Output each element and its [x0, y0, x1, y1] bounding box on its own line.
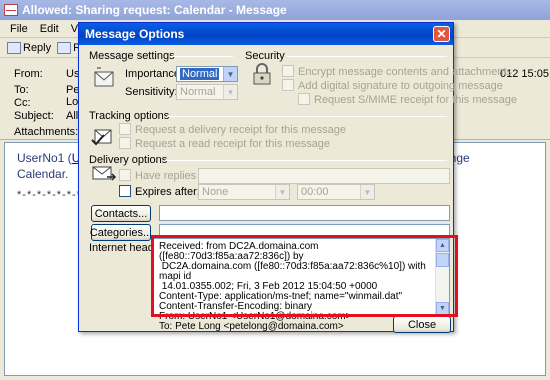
importance-value: Normal	[180, 68, 220, 80]
message-settings-icon	[94, 67, 114, 87]
headers-highlight-box	[151, 235, 458, 317]
read-receipt-checkbox[interactable]	[119, 137, 131, 149]
smime-checkbox[interactable]	[298, 93, 310, 105]
encrypt-label: Encrypt message contents and attachments	[298, 66, 513, 78]
message-settings-divider	[171, 56, 233, 57]
signature-label: Add digital signature to outgoing messag…	[298, 80, 503, 92]
smime-label: Request S/MIME receipt for this message	[314, 94, 517, 106]
security-divider	[287, 56, 447, 57]
expires-label: Expires after:	[135, 186, 200, 198]
categories-button[interactable]: Categories...	[90, 224, 152, 241]
tracking-options-label: Tracking options	[89, 110, 170, 122]
dialog-titlebar[interactable]: Message Options	[79, 23, 453, 45]
menu-edit[interactable]: Edit	[34, 23, 65, 35]
attachments-label: Attachments:	[14, 126, 79, 138]
message-window-titlebar[interactable]: Allowed: Sharing request: Calendar - Mes…	[0, 0, 550, 20]
sensitivity-select[interactable]: Normal ▼	[176, 84, 238, 100]
chevron-down-icon: ▼	[223, 85, 237, 99]
chevron-down-icon: ▼	[223, 67, 237, 81]
delivery-divider	[165, 160, 447, 161]
contacts-field[interactable]	[159, 205, 450, 221]
expires-date-select[interactable]: None ▼	[198, 184, 290, 200]
sensitivity-label: Sensitivity:	[125, 86, 178, 98]
reply-icon	[7, 41, 21, 54]
dialog-title: Message Options	[85, 27, 185, 41]
delivery-receipt-label: Request a delivery receipt for this mess…	[135, 124, 346, 136]
encrypt-checkbox[interactable]	[282, 65, 294, 77]
dialog-close-icon[interactable]: ✕	[433, 26, 450, 42]
chevron-down-icon: ▼	[275, 185, 289, 199]
expires-time-value: 00:00	[301, 186, 329, 198]
to-label: To:	[14, 84, 29, 96]
tracking-icon	[91, 129, 112, 146]
reply-label: Reply	[23, 41, 52, 54]
to-row: To: Pete Lon	[14, 84, 89, 108]
sensitivity-value: Normal	[180, 86, 216, 98]
reply-button[interactable]: Reply	[4, 41, 54, 54]
expires-date-value: None	[202, 186, 229, 198]
delivery-receipt-checkbox[interactable]	[119, 123, 131, 135]
message-window-title: Allowed: Sharing request: Calendar - Mes…	[22, 3, 287, 17]
expires-checkbox[interactable]	[119, 185, 131, 197]
subject-row: Subject: Allowed	[14, 110, 105, 124]
menu-file[interactable]: File	[4, 23, 34, 35]
delivery-icon	[92, 166, 117, 181]
read-receipt-label: Request a read receipt for this message	[135, 138, 331, 150]
subject-label: Subject:	[14, 110, 54, 122]
tracking-divider	[167, 116, 447, 117]
chevron-down-icon: ▼	[360, 185, 374, 199]
cc-row: Cc:	[14, 97, 31, 111]
have-replies-checkbox[interactable]	[119, 169, 131, 181]
expires-time-select[interactable]: 00:00 ▼	[297, 184, 375, 200]
cc-label: Cc:	[14, 97, 31, 109]
from-row: From: UserNo	[14, 68, 103, 82]
from-label: From:	[14, 68, 43, 80]
importance-select[interactable]: Normal ▼	[176, 66, 238, 82]
have-replies-field[interactable]	[198, 168, 450, 184]
importance-label: Importance:	[125, 68, 184, 80]
message-settings-label: Message settings	[89, 50, 175, 62]
envelope-icon	[4, 4, 18, 16]
close-button[interactable]: Close	[393, 316, 451, 333]
lock-icon	[253, 63, 271, 85]
contacts-button[interactable]: Contacts...	[91, 205, 151, 222]
signature-checkbox[interactable]	[282, 79, 294, 91]
reply-all-icon	[57, 41, 72, 54]
body-line-2: Calendar.	[17, 167, 69, 181]
security-label: Security	[245, 50, 285, 62]
body-prefix: UserNo1 (	[17, 151, 72, 165]
